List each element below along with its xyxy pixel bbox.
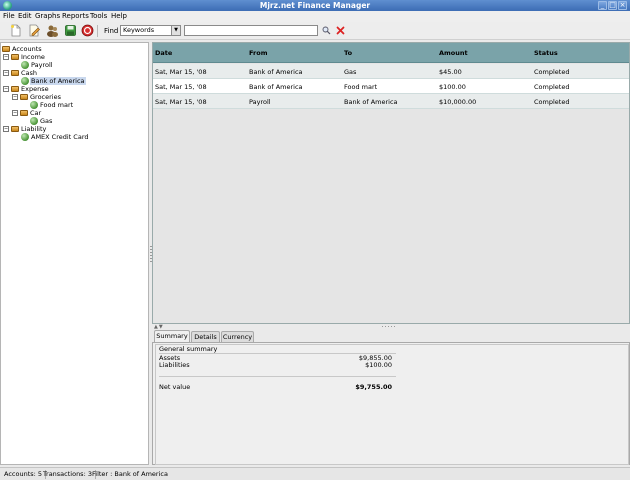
splitter-grip	[382, 326, 396, 327]
toolbar: Find Keywords ▼	[0, 22, 630, 40]
save-icon[interactable]	[64, 24, 77, 37]
search-input[interactable]	[184, 25, 318, 36]
menu-bar: File Edit Graphs Reports Tools Help	[0, 11, 630, 22]
transactions-table: Date From To Amount Status Sat, Mar 15, …	[152, 42, 630, 324]
search-type-select[interactable]: Keywords ▼	[120, 25, 181, 36]
magnifier-icon[interactable]	[322, 26, 331, 35]
search-type-value: Keywords	[123, 26, 155, 34]
account-tree: Accounts − Income Payroll − Cash Bank of…	[0, 42, 149, 465]
clear-x-icon[interactable]	[336, 26, 345, 35]
account-leaf-icon	[21, 133, 29, 141]
menu-edit[interactable]: Edit	[18, 12, 32, 20]
folder-icon	[11, 54, 19, 60]
collapse-icon[interactable]: −	[3, 126, 9, 132]
account-leaf-icon	[30, 117, 38, 125]
column-header-date[interactable]: Date	[155, 49, 172, 57]
column-header-status[interactable]: Status	[534, 49, 558, 57]
column-header-amount[interactable]: Amount	[439, 49, 468, 57]
summary-title: General summary	[159, 345, 218, 353]
divider	[159, 376, 396, 377]
tab-details[interactable]: Details	[191, 331, 220, 342]
table-header: Date From To Amount Status	[153, 43, 629, 63]
collapse-icon[interactable]: −	[3, 54, 9, 60]
account-leaf-icon	[21, 61, 29, 69]
tab-summary[interactable]: Summary	[154, 330, 190, 342]
folder-icon	[11, 126, 19, 132]
status-transactions: Transactions: 3	[43, 470, 96, 479]
collapse-icon[interactable]: −	[12, 110, 18, 116]
table-row[interactable]: Sat, Mar 15, '08 Bank of America Gas $45…	[153, 64, 629, 79]
title-bar: Mjrz.net Finance Manager _ □ ×	[0, 0, 630, 11]
status-accounts: Accounts: 5	[4, 470, 47, 479]
toolbar-separator	[97, 25, 98, 37]
liabilities-label: Liabilities	[159, 361, 190, 369]
people-icon[interactable]	[46, 24, 59, 37]
tab-currency[interactable]: Currency	[221, 331, 254, 342]
window-title: Mjrz.net Finance Manager	[259, 1, 371, 10]
folder-icon	[2, 46, 10, 52]
close-button[interactable]: ×	[618, 1, 627, 10]
table-row[interactable]: Sat, Mar 15, '08 Payroll Bank of America…	[153, 94, 629, 109]
net-value: $9,755.00	[355, 383, 392, 391]
account-leaf-icon	[21, 77, 29, 85]
minimize-button[interactable]: _	[598, 1, 607, 10]
column-header-from[interactable]: From	[249, 49, 267, 57]
liabilities-value: $100.00	[365, 361, 392, 369]
menu-tools[interactable]: Tools	[90, 12, 107, 20]
collapse-icon[interactable]: −	[12, 94, 18, 100]
column-header-to[interactable]: To	[344, 49, 352, 57]
general-summary-group: General summary Assets $9,855.00 Liabili…	[155, 344, 629, 465]
chevron-down-icon[interactable]: ▼	[171, 26, 180, 35]
horizontal-splitter[interactable]: ▲▼	[152, 324, 630, 330]
net-value-label: Net value	[159, 383, 191, 391]
maximize-button[interactable]: □	[608, 1, 617, 10]
summary-panel: General summary Assets $9,855.00 Liabili…	[152, 342, 630, 465]
status-bar: Accounts: 5 Transactions: 3 Filter : Ban…	[0, 467, 630, 480]
collapse-icon[interactable]: −	[3, 86, 9, 92]
menu-file[interactable]: File	[3, 12, 15, 20]
menu-graphs[interactable]: Graphs	[35, 12, 60, 20]
find-label: Find	[104, 27, 119, 35]
edit-icon[interactable]	[28, 24, 41, 37]
stop-icon[interactable]	[81, 24, 94, 37]
menu-reports[interactable]: Reports	[62, 12, 89, 20]
account-leaf-icon	[30, 101, 38, 109]
folder-icon	[20, 94, 28, 100]
menu-help[interactable]: Help	[111, 12, 127, 20]
new-file-icon[interactable]	[9, 24, 22, 37]
collapse-icon[interactable]: −	[3, 70, 9, 76]
table-row[interactable]: Sat, Mar 15, '08 Bank of America Food ma…	[153, 79, 629, 94]
folder-icon	[11, 86, 19, 92]
folder-icon	[20, 110, 28, 116]
status-filter: Filter : Bank of America	[92, 470, 168, 478]
folder-icon	[11, 70, 19, 76]
